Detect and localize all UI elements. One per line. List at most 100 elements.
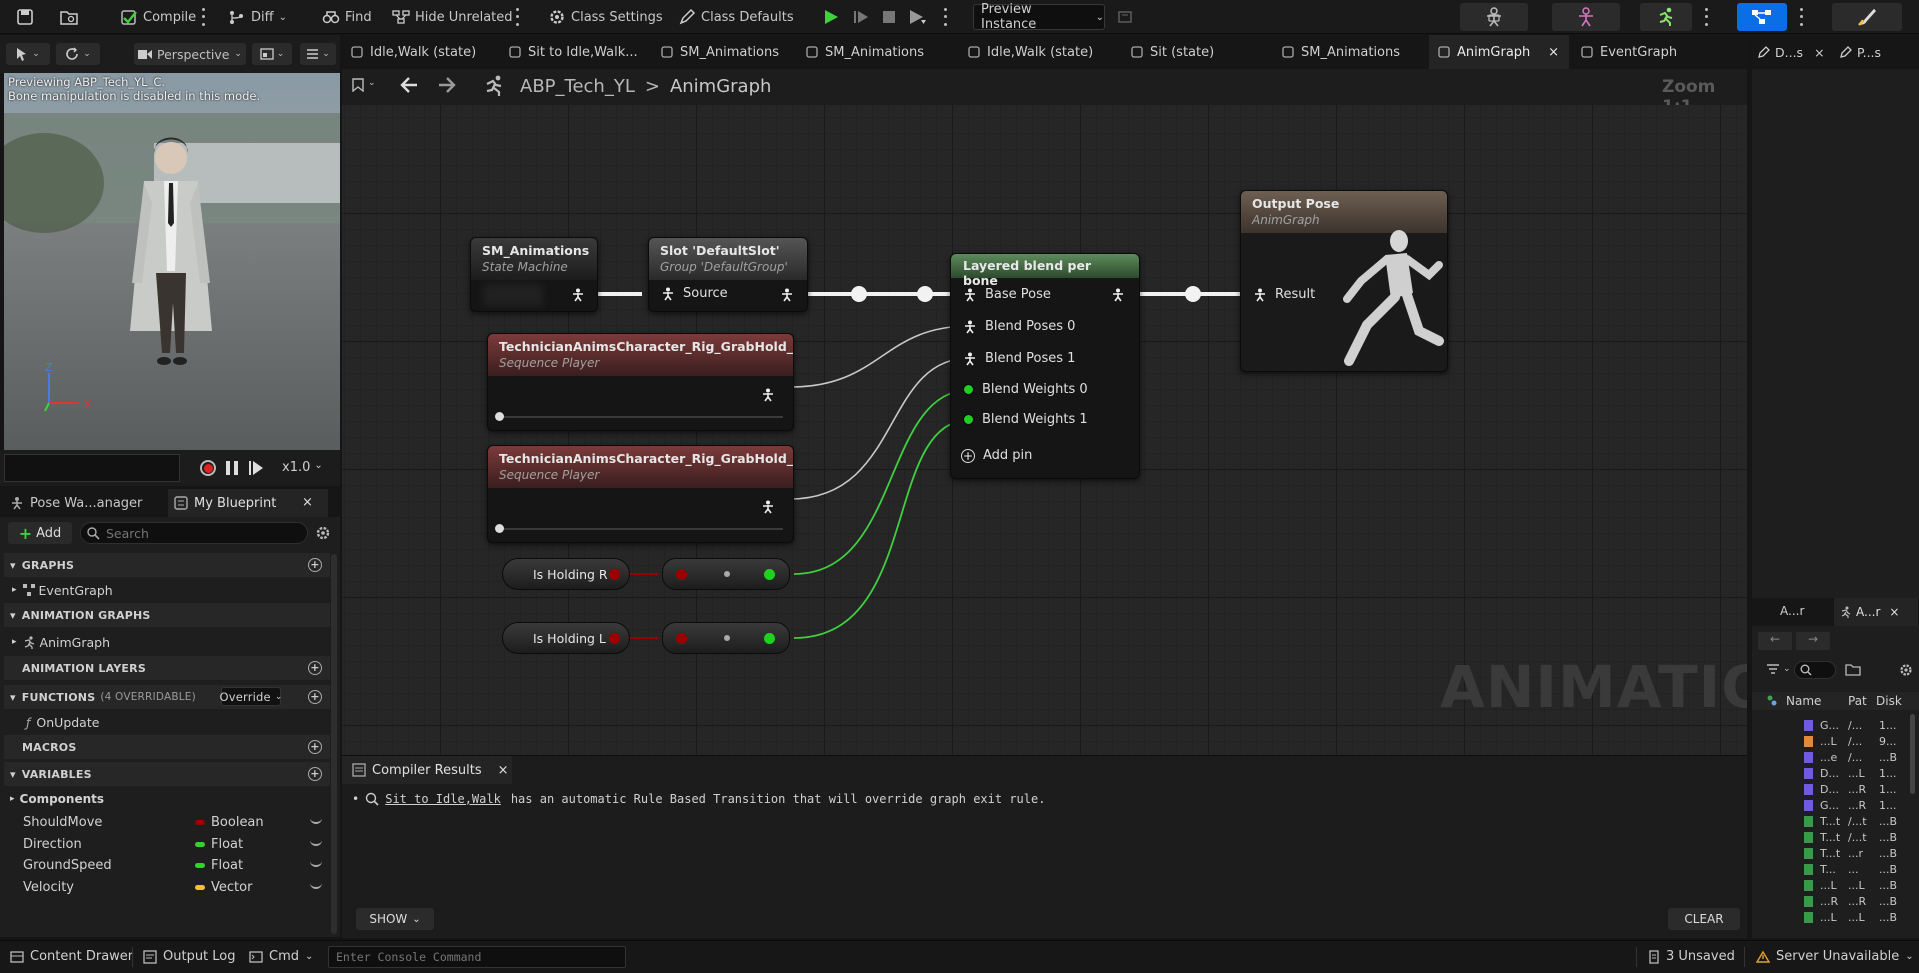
asset-row[interactable]: T...t /...t ...B	[1752, 830, 1919, 846]
bool-to-float-conversion[interactable]	[662, 558, 790, 590]
output-pose-node[interactable]: Output Pose AnimGraph Result	[1240, 190, 1448, 372]
save-button[interactable]	[12, 4, 38, 30]
close-icon[interactable]: ×	[1889, 605, 1899, 619]
sequence-player-grabhold-l[interactable]: TechnicianAnimsCharacter_Rig_GrabHold_L …	[487, 333, 794, 431]
simulate-button[interactable]	[904, 4, 930, 30]
asset-row[interactable]: G... ...R 1...	[1752, 798, 1919, 814]
add-pin-button[interactable]: + Add pin	[961, 448, 1032, 463]
float-pin-icon[interactable]	[764, 633, 775, 644]
diff-button[interactable]: Diff ⌄	[224, 4, 291, 30]
section-animation-layers[interactable]: ANIMATION LAYERS +	[4, 656, 330, 680]
blueprint-scrollbar[interactable]	[331, 554, 337, 934]
result-pin[interactable]: Result	[1253, 287, 1315, 302]
float-pin-icon[interactable]	[764, 569, 775, 580]
pose-pin-icon[interactable]	[571, 288, 585, 302]
asset-row[interactable]: ...L /... 9...	[1752, 734, 1919, 750]
add-function-icon[interactable]: +	[308, 690, 322, 704]
section-animation-graphs[interactable]: ▾ ANIMATION GRAPHS	[4, 603, 330, 627]
close-icon[interactable]: ×	[1814, 45, 1824, 60]
forward-button[interactable]	[437, 76, 457, 94]
graph-tab[interactable]: SM_Animations	[652, 35, 792, 69]
asset-settings-button[interactable]	[1899, 663, 1913, 677]
visibility-eye-icon[interactable]	[310, 883, 322, 889]
bookmark-dropdown[interactable]: ⌄	[352, 78, 376, 92]
section-graphs[interactable]: ▾ GRAPHS +	[4, 553, 330, 577]
play-options-kebab[interactable]	[942, 6, 948, 28]
folder-button[interactable]	[1845, 664, 1861, 676]
components-category[interactable]: ▸ Components	[4, 787, 330, 811]
tab-pose-watch-manager[interactable]: Pose Wa...anager	[0, 489, 168, 517]
browse-button[interactable]	[56, 4, 82, 30]
section-functions[interactable]: ▾ FUNCTIONS (4 OVERRIDABLE) Override ⌄ +	[4, 685, 330, 709]
base-pose-pin[interactable]: Base Pose	[963, 287, 1051, 302]
column-header-disk[interactable]: Disk	[1876, 694, 1902, 708]
mesh-mode-button[interactable]	[1552, 3, 1620, 31]
preview-instance-dropdown[interactable]: Preview Instance ⌄	[973, 2, 1105, 32]
preview-viewport[interactable]: Previewing ABP_Tech_YL_C. Bone manipulat…	[4, 73, 340, 450]
visibility-eye-icon[interactable]	[310, 861, 322, 867]
blueprint-settings-button[interactable]	[315, 525, 331, 541]
add-layer-icon[interactable]: +	[308, 661, 322, 675]
add-macro-icon[interactable]: +	[308, 740, 322, 754]
graph-item-eventgraph[interactable]: ▸ EventGraph	[4, 578, 330, 602]
blueprint-search-field[interactable]	[80, 522, 308, 544]
animation-mode-button[interactable]	[1640, 3, 1692, 31]
tab-details[interactable]: D...s ×	[1758, 35, 1838, 69]
layered-blend-per-bone-node[interactable]: Layered blend per bone Base Pose Blend P…	[950, 253, 1140, 479]
find-button[interactable]: Find	[318, 4, 376, 30]
compile-options-kebab[interactable]	[200, 6, 206, 28]
graph-tab[interactable]: Idle,Walk (state)	[342, 35, 492, 69]
visibility-eye-icon[interactable]	[310, 818, 322, 824]
source-control-status[interactable]: Server Unavailable ⌄	[1756, 949, 1914, 964]
search-input[interactable]	[106, 525, 296, 541]
record-button[interactable]	[200, 460, 216, 476]
close-icon[interactable]: ×	[498, 763, 509, 778]
perspective-dropdown[interactable]: Perspective ⌄	[134, 43, 246, 65]
blend-poses-1-pin[interactable]: Blend Poses 1	[963, 351, 1075, 366]
asset-row[interactable]: ...R ...R ...B	[1752, 894, 1919, 910]
graph-tab[interactable]: EventGraph	[1572, 35, 1712, 69]
bool-pin-icon[interactable]	[676, 569, 687, 580]
breadcrumb-blueprint[interactable]: ABP_Tech_YL	[520, 76, 635, 97]
close-icon[interactable]: ×	[302, 495, 313, 510]
breadcrumb-graph[interactable]: AnimGraph	[670, 76, 771, 97]
asset-search-field[interactable]	[1794, 661, 1836, 679]
asset-row[interactable]: D... ...R 1...	[1752, 782, 1919, 798]
play-button[interactable]	[818, 4, 844, 30]
hide-unrelated-button[interactable]: Hide Unrelated	[388, 4, 517, 30]
view-mode-dropdown[interactable]: ⌄	[252, 43, 292, 65]
sequence-player-grabhold-r[interactable]: TechnicianAnimsCharacter_Rig_GrabHold_R …	[487, 445, 794, 543]
asset-row[interactable]: T...t /...t ...B	[1752, 814, 1919, 830]
content-drawer-button[interactable]: Content Drawer	[10, 949, 133, 964]
pause-button[interactable]	[224, 460, 240, 476]
section-variables[interactable]: ▾ VARIABLES +	[4, 762, 330, 786]
visibility-eye-icon[interactable]	[310, 840, 322, 846]
show-dropdown[interactable]: SHOW ⌄	[356, 908, 434, 930]
step-forward-button[interactable]	[248, 460, 264, 476]
add-variable-icon[interactable]: +	[308, 767, 322, 781]
asset-row[interactable]: ...L ...L ...B	[1752, 910, 1919, 926]
add-button[interactable]: + Add	[8, 522, 72, 544]
state-machine-node[interactable]: SM_Animations State Machine	[470, 237, 598, 312]
tab-my-blueprint[interactable]: My Blueprint ×	[168, 489, 328, 517]
history-forward-button[interactable]: →	[1796, 632, 1830, 650]
anim-graph-canvas[interactable]: SM_Animations State Machine Slot 'Defaul…	[342, 105, 1747, 755]
blueprint-options-kebab[interactable]	[1798, 6, 1804, 28]
blend-weights-1-pin[interactable]: Blend Weights 1	[963, 412, 1088, 427]
pose-pin-icon[interactable]	[780, 288, 794, 302]
sequence-progress-handle[interactable]	[495, 412, 504, 421]
graph-tab[interactable]: Sit (state)	[1122, 35, 1267, 69]
pose-pin-icon[interactable]	[761, 388, 775, 402]
compiler-message-link[interactable]: Sit to Idle,Walk	[385, 792, 501, 806]
column-header-path[interactable]: Pat	[1848, 694, 1867, 708]
close-icon[interactable]: ×	[1548, 45, 1559, 60]
console-command-input[interactable]	[336, 950, 616, 964]
blueprint-mode-button[interactable]	[1737, 3, 1787, 31]
hide-unrelated-options-kebab[interactable]	[514, 6, 520, 28]
override-dropdown[interactable]: Override ⌄	[219, 687, 282, 706]
variable-row[interactable]: Velocity Vector	[4, 875, 330, 901]
asset-row[interactable]: ...e /... ...B	[1752, 750, 1919, 766]
select-mode-dropdown[interactable]: ⌄	[6, 43, 50, 65]
back-button[interactable]	[399, 76, 419, 94]
history-back-button[interactable]: ←	[1758, 632, 1792, 650]
